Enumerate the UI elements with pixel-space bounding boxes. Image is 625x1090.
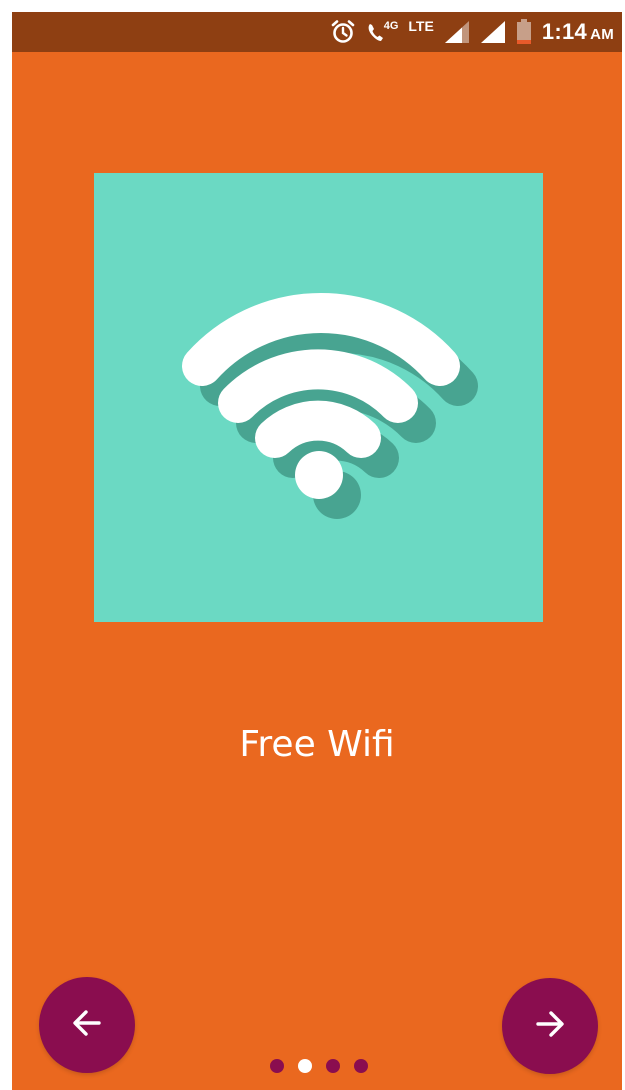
- alarm-icon: [330, 19, 356, 45]
- onboarding-slide[interactable]: Free Wifi: [12, 52, 622, 1090]
- phone-screen: 4G LTE 1:14 AM Free Wifi: [12, 12, 622, 1090]
- arrow-left-icon: [70, 1006, 104, 1045]
- next-button[interactable]: [502, 978, 598, 1074]
- status-icons: 4G LTE 1:14 AM: [330, 12, 614, 52]
- status-clock: 1:14 AM: [542, 19, 614, 45]
- page-dot[interactable]: [326, 1059, 340, 1073]
- call-network-label: 4G: [383, 20, 399, 32]
- clock-ampm: AM: [590, 26, 614, 43]
- previous-button[interactable]: [39, 977, 135, 1073]
- page-indicator: [270, 1059, 368, 1073]
- network-type-label: LTE: [408, 18, 434, 34]
- arrow-right-icon: [533, 1007, 567, 1046]
- status-bar: 4G LTE 1:14 AM: [12, 12, 622, 52]
- page-dot[interactable]: [354, 1059, 368, 1073]
- slide-image: [94, 173, 543, 622]
- page-dot[interactable]: [270, 1059, 284, 1073]
- battery-icon: [516, 19, 532, 45]
- signal-icon: [444, 20, 470, 44]
- slide-title: Free Wifi: [239, 724, 395, 765]
- wifi-icon: [94, 173, 543, 622]
- clock-time: 1:14: [541, 19, 588, 44]
- page-dot-active[interactable]: [298, 1059, 312, 1073]
- volte-call-icon: 4G: [366, 20, 399, 44]
- signal-icon: [480, 20, 506, 44]
